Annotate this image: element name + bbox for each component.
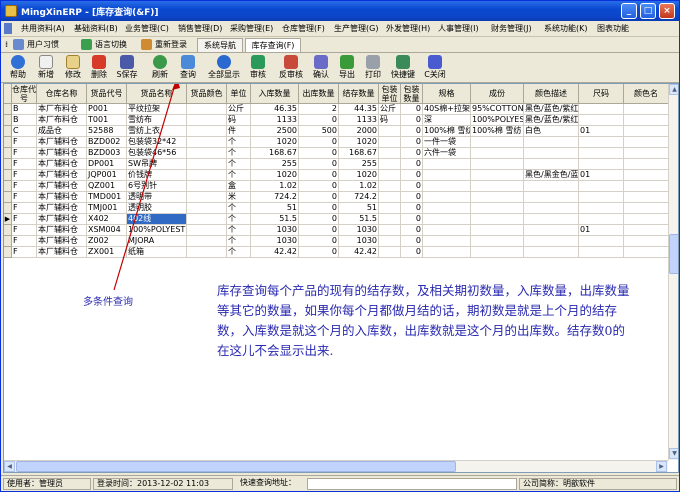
annotation-text: 库存查询每个产品的现有的结存数，及相关期初数量，入库数量，出库数量等其它的数量，… — [217, 283, 630, 358]
menu-finance[interactable]: 财务管理(J) — [491, 23, 532, 34]
quick-query-input[interactable] — [307, 478, 517, 490]
nav-bar: ⁞ 用户习惯 语言切换 重新登录 系统导航 库存查询(F) — [1, 37, 679, 53]
menu-basic[interactable]: 基础资料(B) — [74, 23, 118, 34]
user-habit-label: 用户习惯 — [27, 40, 59, 49]
status-user: 使用者：管理员 — [3, 478, 91, 490]
annotation-label: 多条件查询 — [83, 297, 133, 308]
query-button[interactable]: 查询 — [175, 54, 201, 82]
status-bar: 使用者：管理员 登录时间：2013-12-02 11:03 快速查询地址： 公司… — [1, 475, 679, 491]
relogin-button[interactable]: 重新登录 — [141, 38, 187, 51]
show-all-button[interactable]: 全部显示 — [208, 54, 240, 82]
maximize-button[interactable]: □ — [640, 3, 656, 19]
delete-button[interactable]: 删除 — [86, 54, 112, 82]
menu-production[interactable]: 生产管理(G) — [334, 23, 378, 34]
close-form-label: C关闭 — [424, 70, 446, 79]
relogin-icon — [141, 39, 152, 50]
mdi-icon — [4, 23, 12, 34]
status-company: 公司简称：明歆软件 — [519, 478, 677, 490]
scroll-down-icon[interactable]: ▼ — [669, 448, 678, 459]
unaudit-label: 反审核 — [279, 70, 303, 79]
audit-icon — [251, 55, 265, 69]
confirm-icon — [314, 55, 328, 69]
menu-system[interactable]: 系统功能(K) — [544, 23, 588, 34]
language-label: 语言切换 — [95, 40, 127, 49]
save-button[interactable]: S保存 — [114, 54, 140, 82]
scroll-left-icon[interactable]: ◀ — [4, 461, 15, 472]
quick-query-label: 快速查询地址： — [240, 478, 296, 487]
show-all-label: 全部显示 — [208, 70, 240, 79]
edit-button[interactable]: 修改 — [60, 54, 86, 82]
menu-shared[interactable]: 共用资料(A) — [21, 23, 65, 34]
menu-warehouse[interactable]: 仓库管理(F) — [282, 23, 325, 34]
annotation-arrow — [113, 84, 180, 291]
window-title: MingXinERP - [库存查询(&F)] — [21, 8, 159, 18]
save-label: S保存 — [116, 70, 138, 79]
refresh-button[interactable]: 刷新 — [147, 54, 173, 82]
export-label: 导出 — [339, 70, 355, 79]
audit-button[interactable]: 审核 — [245, 54, 271, 82]
close-button[interactable]: × — [659, 3, 675, 19]
help-label: 帮助 — [10, 70, 26, 79]
language-icon — [81, 39, 92, 50]
unaudit-button[interactable]: 反审核 — [276, 54, 306, 82]
refresh-label: 刷新 — [152, 70, 168, 79]
help-button[interactable]: 帮助 — [5, 54, 31, 82]
menu-hr[interactable]: 人事管理(I) — [438, 23, 479, 34]
new-icon — [39, 55, 53, 69]
tab-system-nav[interactable]: 系统导航 — [197, 38, 243, 52]
confirm-button[interactable]: 确认 — [308, 54, 334, 82]
shortcut-label: 快捷键 — [391, 70, 415, 79]
nav-grip-icon: ⁞ — [5, 40, 9, 49]
tab-inventory-query[interactable]: 库存查询(F) — [245, 38, 301, 52]
menu-purchase[interactable]: 采购管理(E) — [230, 23, 273, 34]
vertical-scrollbar[interactable]: ▲ ▼ — [668, 84, 678, 460]
close-form-icon — [428, 55, 442, 69]
save-icon — [120, 55, 134, 69]
print-icon — [366, 55, 380, 69]
horizontal-scroll-thumb[interactable] — [16, 461, 456, 472]
app-window: MingXinERP - [库存查询(&F)] _ □ × 共用资料(A) 基础… — [0, 0, 680, 492]
relogin-label: 重新登录 — [155, 40, 187, 49]
toolbar: 帮助 新增 修改 删除 S保存 刷新 查询 全部显示 审核 反审核 确认 导出 … — [1, 53, 679, 83]
delete-icon — [92, 55, 106, 69]
horizontal-scrollbar[interactable]: ◀ ▶ — [4, 460, 668, 472]
menu-sales[interactable]: 销售管理(D) — [178, 23, 222, 34]
user-icon — [13, 39, 24, 50]
scroll-up-icon[interactable]: ▲ — [669, 84, 678, 95]
shortcut-icon — [396, 55, 410, 69]
print-button[interactable]: 打印 — [360, 54, 386, 82]
title-bar[interactable]: MingXinERP - [库存查询(&F)] _ □ × — [1, 1, 679, 21]
delete-label: 删除 — [91, 70, 107, 79]
vertical-scroll-thumb[interactable] — [669, 234, 678, 274]
menu-outsource[interactable]: 外发管理(H) — [386, 23, 430, 34]
user-habit-button[interactable]: 用户习惯 — [13, 38, 59, 51]
menu-charts[interactable]: 图表功能 — [597, 23, 629, 34]
export-icon — [340, 55, 354, 69]
query-icon — [181, 55, 195, 69]
close-form-button[interactable]: C关闭 — [422, 54, 448, 82]
menu-business[interactable]: 业务管理(C) — [125, 23, 169, 34]
query-label: 查询 — [180, 70, 196, 79]
edit-icon — [66, 55, 80, 69]
language-button[interactable]: 语言切换 — [81, 38, 127, 51]
unaudit-icon — [284, 55, 298, 69]
inventory-grid[interactable]: 仓库代号 仓库名称 货品代号 货品名称 货品颜色 单位 入库数量 出库数量 结存数量 包装单位 包装… — [3, 83, 679, 473]
scroll-right-icon[interactable]: ▶ — [656, 461, 667, 472]
new-button[interactable]: 新增 — [33, 54, 59, 82]
show-all-icon — [217, 55, 231, 69]
app-icon — [5, 5, 17, 17]
edit-label: 修改 — [65, 70, 81, 79]
print-label: 打印 — [365, 70, 381, 79]
status-login-time: 登录时间：2013-12-02 11:03 — [93, 478, 233, 490]
new-label: 新增 — [38, 70, 54, 79]
help-icon — [11, 55, 25, 69]
export-button[interactable]: 导出 — [334, 54, 360, 82]
menu-bar: 共用资料(A) 基础资料(B) 业务管理(C) 销售管理(D) 采购管理(E) … — [1, 21, 679, 37]
minimize-button[interactable]: _ — [621, 3, 637, 19]
audit-label: 审核 — [250, 70, 266, 79]
shortcut-button[interactable]: 快捷键 — [388, 54, 418, 82]
refresh-icon — [153, 55, 167, 69]
confirm-label: 确认 — [313, 70, 329, 79]
